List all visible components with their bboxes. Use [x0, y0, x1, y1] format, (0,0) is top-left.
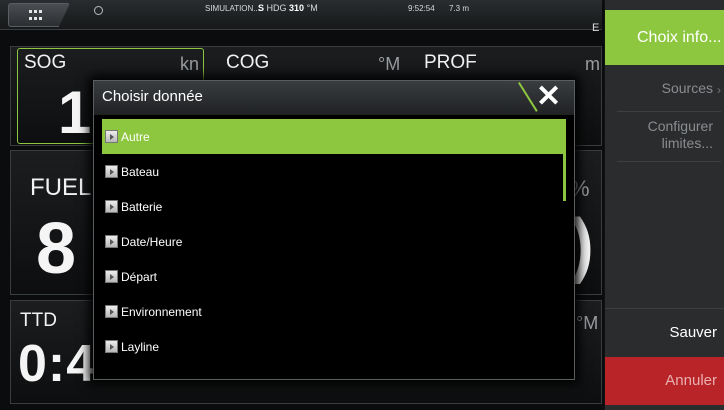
- globe-icon: [94, 6, 103, 15]
- cog-label: COG: [226, 52, 270, 73]
- fuel-value: 8: [36, 209, 78, 289]
- expand-arrow-icon: [105, 235, 118, 248]
- dialog-header: Choisir donnée ✕: [94, 80, 574, 115]
- list-item[interactable]: Date/Heure: [102, 224, 564, 259]
- choix-info-button[interactable]: Choix info...: [605, 10, 724, 65]
- configurer-limites-menu-item[interactable]: Configurer limites...: [617, 118, 721, 162]
- hdg-prefix: S: [258, 3, 265, 13]
- expand-arrow-icon: [105, 165, 118, 178]
- sauver-button[interactable]: Sauver: [605, 308, 724, 356]
- clock: 9:52:54: [408, 4, 435, 13]
- expand-arrow-icon: [105, 130, 118, 143]
- list-item-label: Date/Heure: [121, 235, 183, 249]
- ttd-unit: °M: [576, 313, 599, 333]
- distance-readout: 7.3 m: [449, 4, 470, 13]
- list-item[interactable]: Batterie: [102, 189, 564, 224]
- configurer-label-line1: Configurer: [647, 118, 713, 134]
- fuel-label: FUEL: [30, 174, 92, 201]
- close-button[interactable]: ✕: [506, 80, 574, 115]
- prof-label: PROF: [424, 52, 477, 73]
- status-bar: SIMULATION... S HDG 310 °M 9:52:54 7.3 m…: [0, 0, 602, 34]
- choisir-donnee-dialog: Choisir donnée ✕ Autre Bateau Batterie Date…: [93, 80, 575, 380]
- close-icon: ✕: [536, 80, 562, 113]
- simulation-indicator: SIMULATION...: [205, 4, 260, 13]
- expand-arrow-icon: [105, 305, 118, 318]
- list-item-label: Environnement: [121, 305, 202, 319]
- list-scrollbar[interactable]: [563, 119, 566, 201]
- list-item[interactable]: Autre: [102, 119, 564, 154]
- expand-arrow-icon: [105, 200, 118, 213]
- list-item[interactable]: Environnement: [102, 294, 564, 329]
- prof-unit: m: [585, 54, 600, 74]
- heading-readout: S HDG 310 °M: [258, 3, 318, 13]
- header-divider: [518, 81, 538, 112]
- sog-unit: kn: [180, 54, 200, 74]
- list-item-label: Bateau: [121, 165, 160, 179]
- hdg-value: 310: [289, 3, 305, 13]
- chevron-right-icon: ›: [717, 83, 721, 97]
- right-menu-panel: Choix info... Sources › Configurer limit…: [604, 0, 724, 410]
- list-item[interactable]: Layline: [102, 329, 564, 364]
- main-menu-button[interactable]: [8, 3, 70, 27]
- list-item-label: Départ: [121, 270, 158, 284]
- annuler-button[interactable]: Annuler: [605, 357, 724, 405]
- grid-menu-icon: [29, 10, 43, 22]
- list-item-label: Batterie: [121, 200, 163, 214]
- sog-value: 1: [58, 79, 93, 146]
- data-category-list[interactable]: Autre Bateau Batterie Date/Heure Départ Envir…: [102, 119, 564, 375]
- edge-letter: E: [592, 22, 600, 34]
- list-item-label: Autre: [121, 130, 150, 144]
- expand-arrow-icon: [105, 270, 118, 283]
- configurer-label-line2: limites...: [661, 135, 713, 151]
- expand-arrow-icon: [105, 340, 118, 353]
- sources-label: Sources: [661, 80, 713, 96]
- hdg-unit: °M: [306, 3, 318, 13]
- list-item[interactable]: Départ: [102, 259, 564, 294]
- cog-unit: °M: [378, 54, 401, 74]
- dialog-title: Choisir donnée: [102, 88, 203, 105]
- ttd-label: TTD: [20, 310, 57, 331]
- sources-menu-item[interactable]: Sources ›: [617, 80, 721, 112]
- hdg-label: HDG: [266, 3, 287, 13]
- list-item-label: Layline: [121, 340, 160, 354]
- sog-label: SOG: [24, 52, 67, 73]
- list-item[interactable]: Bateau: [102, 154, 564, 189]
- ttd-value: 0:4: [18, 335, 97, 393]
